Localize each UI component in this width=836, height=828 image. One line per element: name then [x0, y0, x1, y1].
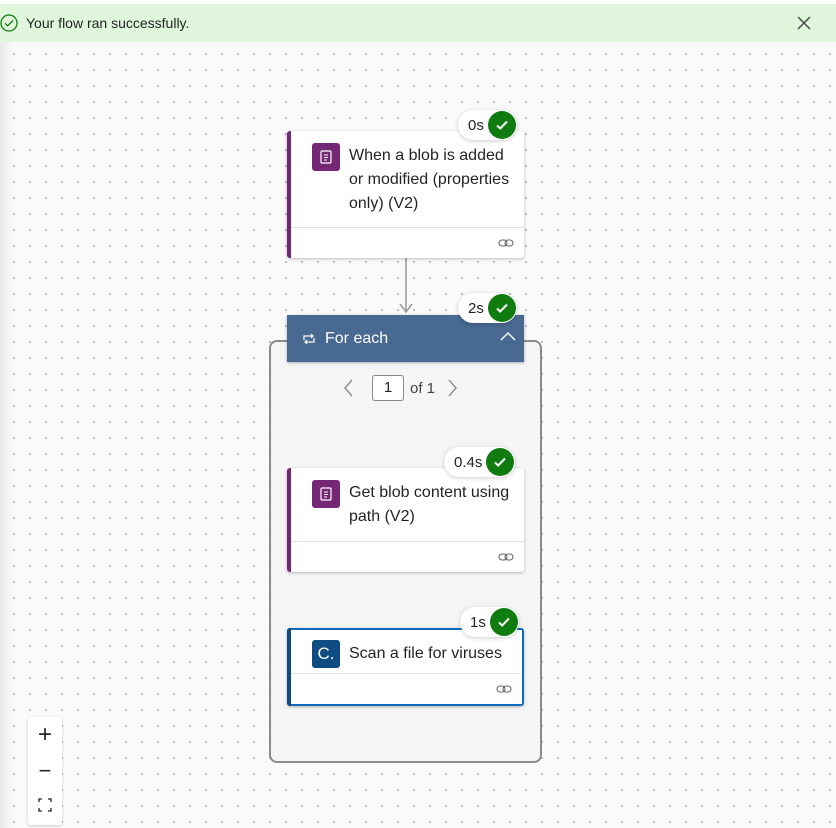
- zoom-controls: + −: [28, 717, 62, 825]
- loop-icon: [302, 332, 316, 350]
- app-icon-letter: C.: [317, 644, 335, 663]
- card-footer: [291, 227, 524, 258]
- fit-view-icon: [38, 797, 52, 817]
- duration-text: 2s: [468, 299, 484, 317]
- card-footer: [291, 541, 524, 572]
- minus-icon: −: [38, 758, 52, 783]
- connector-arrow: [399, 258, 413, 314]
- duration-badge: 1s: [460, 607, 519, 637]
- check-circle-icon: [0, 14, 18, 32]
- iteration-pager: 1 of 1: [340, 374, 461, 402]
- card-title: Get blob content using path (V2): [349, 484, 510, 525]
- cloudmersive-icon: C.: [312, 640, 340, 668]
- chevron-up-icon[interactable]: [500, 329, 516, 347]
- page-total: of 1: [410, 379, 436, 397]
- get-blob-card[interactable]: Get blob content using path (V2): [287, 468, 524, 572]
- duration-text: 1s: [470, 613, 486, 631]
- duration-text: 0.4s: [454, 453, 483, 471]
- page-number-input[interactable]: 1: [372, 375, 404, 401]
- zoom-in-button[interactable]: +: [28, 717, 62, 753]
- canvas-edge-shade: [0, 42, 14, 828]
- card-footer: [291, 673, 522, 704]
- link-icon: [498, 550, 514, 568]
- duration-badge: 0.4s: [444, 447, 516, 477]
- trigger-card[interactable]: When a blob is added or modified (proper…: [287, 131, 524, 258]
- chevron-right-icon[interactable]: [443, 375, 461, 401]
- close-icon[interactable]: [794, 13, 814, 33]
- scan-card[interactable]: C. Scan a file for viruses: [287, 628, 524, 706]
- success-banner: Your flow ran successfully.: [0, 4, 836, 42]
- chevron-left-icon[interactable]: [340, 375, 358, 401]
- check-icon: [487, 294, 516, 322]
- check-icon: [489, 608, 518, 636]
- foreach-label: For each: [325, 330, 389, 347]
- card-title: When a blob is added or modified (proper…: [349, 147, 510, 212]
- check-icon: [487, 111, 516, 139]
- card-title: Scan a file for viruses: [349, 645, 502, 662]
- banner-message: Your flow ran successfully.: [26, 15, 190, 31]
- link-icon: [496, 682, 512, 700]
- fit-view-button[interactable]: [28, 789, 62, 825]
- zoom-out-button[interactable]: −: [28, 753, 62, 789]
- check-icon: [486, 448, 515, 476]
- blob-storage-icon: [312, 143, 340, 171]
- duration-badge: 2s: [458, 293, 517, 323]
- link-icon: [498, 236, 514, 254]
- plus-icon: +: [37, 721, 52, 748]
- duration-badge: 0s: [458, 110, 517, 140]
- duration-text: 0s: [468, 116, 484, 134]
- blob-storage-icon: [312, 480, 340, 508]
